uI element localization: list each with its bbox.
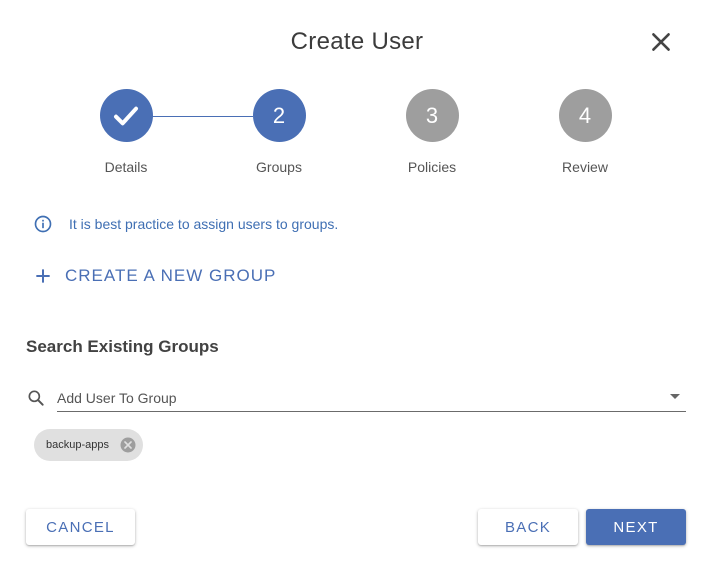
create-user-dialog: Create User Details 2 Groups 3 Policies … — [0, 0, 714, 571]
step-groups-label: Groups — [256, 159, 302, 175]
step-groups-number: 2 — [252, 89, 306, 142]
step-policies-label: Policies — [407, 159, 457, 175]
info-text: It is best practice to assign users to g… — [69, 216, 339, 232]
cancel-button[interactable]: CANCEL — [26, 509, 135, 545]
stepper: Details 2 Groups 3 Policies 4 Review — [0, 0, 714, 190]
group-search-input[interactable] — [57, 388, 657, 408]
step-review-label: Review — [562, 159, 608, 175]
group-search — [26, 384, 686, 412]
group-chip: backup-apps — [34, 429, 143, 461]
cancel-circle-icon[interactable] — [119, 436, 137, 454]
plus-icon — [36, 269, 50, 283]
search-groups-title: Search Existing Groups — [26, 337, 219, 356]
create-group-label: CREATE A NEW GROUP — [65, 266, 277, 285]
step-details[interactable]: Details — [76, 89, 176, 175]
step-policies-number: 3 — [405, 89, 459, 142]
next-button[interactable]: NEXT — [586, 509, 686, 545]
step-groups[interactable]: 2 Groups — [229, 89, 329, 175]
step-details-label: Details — [104, 159, 148, 175]
info-icon — [34, 215, 52, 233]
check-icon — [114, 106, 138, 125]
group-search-field[interactable] — [57, 384, 686, 412]
group-chip-label: backup-apps — [46, 439, 109, 451]
step-review-number: 4 — [558, 89, 612, 142]
chevron-down-icon[interactable] — [670, 394, 680, 399]
search-icon — [28, 390, 44, 406]
step-details-circle — [99, 89, 153, 142]
info-message: It is best practice to assign users to g… — [33, 214, 338, 234]
create-group-button[interactable]: CREATE A NEW GROUP — [33, 266, 276, 286]
step-review[interactable]: 4 Review — [535, 89, 635, 175]
back-button[interactable]: BACK — [478, 509, 578, 545]
step-policies[interactable]: 3 Policies — [382, 89, 482, 175]
